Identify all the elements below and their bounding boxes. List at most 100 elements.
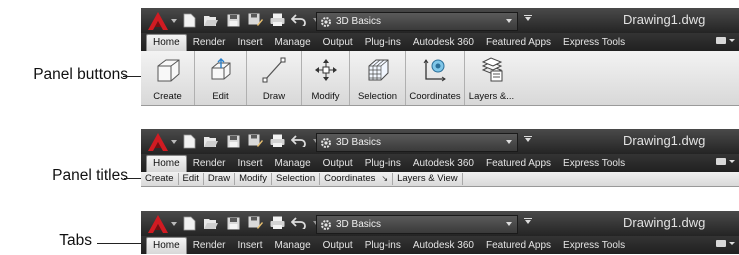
ribbon-tabs: Home Render Insert Manage Output Plug-in… — [141, 154, 739, 172]
line-draw-icon — [261, 55, 287, 85]
workspace-name: 3D Basics — [336, 219, 382, 230]
document-title: Drawing1.dwg — [623, 12, 706, 27]
open-icon[interactable] — [203, 215, 219, 231]
panel-title-coordinates[interactable]: Coordinates ↘ — [320, 173, 394, 185]
ribbon-minimize-button[interactable] — [716, 158, 735, 165]
save-as-icon[interactable] — [247, 12, 263, 28]
tab-express-tools[interactable]: Express Tools — [557, 35, 631, 51]
panel-button-create[interactable]: Create — [141, 51, 195, 105]
chevron-down-icon — [506, 222, 512, 226]
chevron-down-icon — [506, 19, 512, 23]
leader-panel-buttons — [123, 76, 143, 77]
panel-title-edit[interactable]: Edit — [179, 173, 204, 185]
tab-autodesk-360[interactable]: Autodesk 360 — [407, 156, 480, 172]
save-as-icon[interactable] — [247, 133, 263, 149]
move-arrows-icon — [313, 55, 339, 85]
tab-express-tools[interactable]: Express Tools — [557, 156, 631, 172]
gear-icon — [320, 219, 332, 231]
callout-panel-titles: Panel titles — [52, 167, 128, 184]
workspace-name: 3D Basics — [336, 137, 382, 148]
panel-button-selection[interactable]: Selection — [350, 51, 406, 105]
plot-icon[interactable] — [269, 215, 285, 231]
panel-button-draw[interactable]: Draw — [247, 51, 302, 105]
panel-button-layers-view[interactable]: Layers &... — [465, 51, 518, 105]
panel-button-modify[interactable]: Modify — [302, 51, 350, 105]
tab-insert[interactable]: Insert — [232, 238, 269, 254]
document-title: Drawing1.dwg — [623, 215, 706, 230]
panel-title-modify[interactable]: Modify — [235, 173, 273, 185]
application-menu-button[interactable] — [145, 213, 177, 234]
application-menu-button[interactable] — [145, 10, 177, 31]
tab-render[interactable]: Render — [187, 156, 232, 172]
tab-express-tools[interactable]: Express Tools — [557, 238, 631, 254]
tab-insert[interactable]: Insert — [232, 35, 269, 51]
tab-featured-apps[interactable]: Featured Apps — [480, 35, 557, 51]
tab-plug-ins[interactable]: Plug-ins — [359, 35, 407, 51]
tab-home[interactable]: Home — [146, 34, 187, 51]
gear-icon — [320, 16, 332, 28]
tab-render[interactable]: Render — [187, 35, 232, 51]
gear-icon — [320, 137, 332, 149]
callout-panel-buttons: Panel buttons — [33, 66, 128, 83]
panel-title-selection[interactable]: Selection — [272, 173, 321, 185]
panel-title-layers-view[interactable]: Layers & View — [393, 173, 463, 185]
chevron-down-icon — [506, 140, 512, 144]
tab-manage[interactable]: Manage — [269, 35, 317, 51]
new-icon[interactable] — [181, 12, 197, 28]
quick-access-toolbar: 3D Basics Drawing1.dwg — [141, 129, 739, 154]
tab-home[interactable]: Home — [146, 155, 187, 172]
ucs-icon — [421, 55, 449, 85]
tab-output[interactable]: Output — [317, 238, 359, 254]
ribbon-minimize-button[interactable] — [716, 240, 735, 247]
open-icon[interactable] — [203, 133, 219, 149]
layers-icon — [479, 55, 505, 85]
tab-manage[interactable]: Manage — [269, 156, 317, 172]
leader-panel-titles — [124, 178, 142, 179]
ribbon-strip-tabs: 3D Basics Drawing1.dwg Home Render Inser… — [141, 211, 739, 254]
save-icon[interactable] — [225, 133, 241, 149]
customize-toolbar-icon[interactable] — [524, 15, 532, 21]
tab-featured-apps[interactable]: Featured Apps — [480, 156, 557, 172]
panel-buttons-row: Create Edit Draw Modify Selection Coordi… — [141, 51, 739, 106]
workspace-name: 3D Basics — [336, 16, 382, 27]
panel-button-edit[interactable]: Edit — [195, 51, 247, 105]
panel-title-draw[interactable]: Draw — [204, 173, 236, 185]
undo-icon[interactable] — [291, 12, 307, 28]
undo-icon[interactable] — [291, 133, 307, 149]
callout-tabs: Tabs — [59, 232, 92, 249]
panel-button-coordinates[interactable]: Coordinates — [406, 51, 465, 105]
tab-featured-apps[interactable]: Featured Apps — [480, 238, 557, 254]
tab-output[interactable]: Output — [317, 156, 359, 172]
leader-tabs — [97, 243, 143, 244]
panel-expander-icon[interactable]: ↘ — [381, 174, 388, 183]
tab-plug-ins[interactable]: Plug-ins — [359, 156, 407, 172]
new-icon[interactable] — [181, 215, 197, 231]
selection-grid-icon — [365, 55, 391, 85]
workspace-switcher[interactable]: 3D Basics — [316, 12, 518, 31]
ribbon-minimize-button[interactable] — [716, 37, 735, 44]
tab-plug-ins[interactable]: Plug-ins — [359, 238, 407, 254]
quick-access-toolbar: 3D Basics Drawing1.dwg — [141, 8, 739, 33]
tab-output[interactable]: Output — [317, 35, 359, 51]
new-icon[interactable] — [181, 133, 197, 149]
tab-insert[interactable]: Insert — [232, 156, 269, 172]
tab-render[interactable]: Render — [187, 238, 232, 254]
customize-toolbar-icon[interactable] — [524, 136, 532, 142]
save-icon[interactable] — [225, 215, 241, 231]
tab-autodesk-360[interactable]: Autodesk 360 — [407, 35, 480, 51]
plot-icon[interactable] — [269, 12, 285, 28]
save-icon[interactable] — [225, 12, 241, 28]
tab-manage[interactable]: Manage — [269, 238, 317, 254]
customize-toolbar-icon[interactable] — [524, 218, 532, 224]
panel-title-create[interactable]: Create — [141, 173, 179, 185]
application-menu-button[interactable] — [145, 131, 177, 152]
open-icon[interactable] — [203, 12, 219, 28]
undo-icon[interactable] — [291, 215, 307, 231]
save-as-icon[interactable] — [247, 215, 263, 231]
tab-home[interactable]: Home — [146, 237, 187, 254]
workspace-switcher[interactable]: 3D Basics — [316, 133, 518, 152]
workspace-switcher[interactable]: 3D Basics — [316, 215, 518, 234]
autocad-logo-icon — [148, 132, 168, 151]
tab-autodesk-360[interactable]: Autodesk 360 — [407, 238, 480, 254]
plot-icon[interactable] — [269, 133, 285, 149]
